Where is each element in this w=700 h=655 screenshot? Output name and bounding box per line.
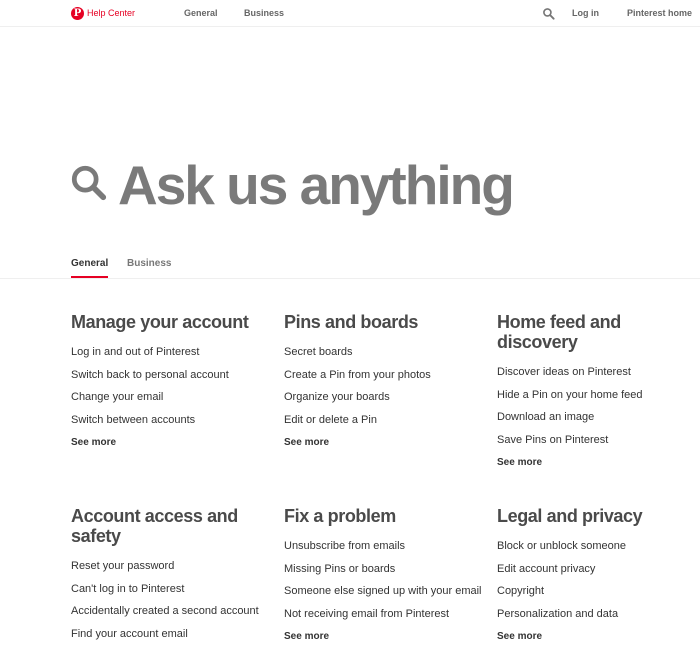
help-link[interactable]: Download an image — [497, 411, 697, 434]
section-pins-boards: Pins and boards Secret boards Create a P… — [284, 312, 484, 449]
help-link[interactable]: Edit account privacy — [497, 563, 697, 586]
help-link[interactable]: Discover ideas on Pinterest — [497, 366, 697, 389]
section-title: Pins and boards — [284, 312, 419, 332]
see-more-link[interactable]: See more — [71, 437, 271, 449]
help-link[interactable]: Accidentally created a second account — [71, 605, 271, 628]
section-account-access: Account access and safety Reset your pas… — [71, 506, 271, 650]
help-link[interactable]: Copyright — [497, 585, 697, 608]
section-title: Legal and privacy — [497, 506, 643, 526]
help-link[interactable]: Switch between accounts — [71, 414, 271, 437]
search-icon — [71, 165, 107, 201]
section-links: Secret boards Create a Pin from your pho… — [284, 346, 484, 436]
section-links: Discover ideas on Pinterest Hide a Pin o… — [497, 366, 697, 456]
help-center-logo-link[interactable]: P Help Center — [71, 6, 135, 20]
pinterest-home-link[interactable]: Pinterest home — [627, 8, 692, 19]
topic-tabs: General Business — [0, 252, 700, 279]
help-link[interactable]: Save Pins on Pinterest — [497, 434, 697, 457]
help-link[interactable]: Unsubscribe from emails — [284, 540, 484, 563]
see-more-link[interactable]: See more — [284, 631, 484, 643]
section-links: Reset your password Can't log in to Pint… — [71, 560, 271, 650]
help-link[interactable]: Change your email — [71, 391, 271, 414]
nav-link-business[interactable]: Business — [244, 8, 284, 19]
tab-business[interactable]: Business — [127, 258, 171, 276]
help-link[interactable]: Personalization and data — [497, 608, 697, 631]
help-link[interactable]: Block or unblock someone — [497, 540, 697, 563]
pinterest-logo-icon: P — [71, 6, 84, 20]
tab-general[interactable]: General — [71, 258, 109, 278]
section-manage-account: Manage your account Log in and out of Pi… — [71, 312, 271, 449]
hero-search-area — [0, 27, 700, 277]
help-link[interactable]: Edit or delete a Pin — [284, 414, 484, 437]
section-title: Home feed and discovery — [497, 312, 621, 352]
help-link[interactable]: Log in and out of Pinterest — [71, 346, 271, 369]
section-links: Block or unblock someone Edit account pr… — [497, 540, 697, 630]
brand-label: Help Center — [87, 8, 136, 18]
help-link[interactable]: Find your account email — [71, 628, 271, 651]
section-title: Manage your account — [71, 312, 249, 332]
help-link[interactable]: Not receiving email from Pinterest — [284, 608, 484, 631]
help-link[interactable]: Someone else signed up with your email — [284, 585, 484, 608]
section-legal-privacy: Legal and privacy Block or unblock someo… — [497, 506, 697, 643]
login-link[interactable]: Log in — [572, 8, 599, 19]
search-icon[interactable] — [542, 7, 555, 20]
see-more-link[interactable]: See more — [497, 631, 697, 643]
help-link[interactable]: Missing Pins or boards — [284, 563, 484, 586]
help-link[interactable]: Organize your boards — [284, 391, 484, 414]
section-title: Account access and safety — [71, 506, 238, 546]
section-home-feed: Home feed and discovery Discover ideas o… — [497, 312, 697, 469]
nav-link-general[interactable]: General — [184, 8, 218, 19]
help-search-input[interactable] — [118, 153, 658, 217]
see-more-link[interactable]: See more — [497, 457, 697, 469]
top-navigation: P Help Center General Business Log in Pi… — [0, 0, 700, 27]
help-link[interactable]: Create a Pin from your photos — [284, 369, 484, 392]
help-link[interactable]: Reset your password — [71, 560, 271, 583]
section-links: Unsubscribe from emails Missing Pins or … — [284, 540, 484, 630]
section-title: Fix a problem — [284, 506, 396, 526]
section-links: Log in and out of Pinterest Switch back … — [71, 346, 271, 436]
section-fix-problem: Fix a problem Unsubscribe from emails Mi… — [284, 506, 484, 643]
see-more-link[interactable]: See more — [284, 437, 484, 449]
help-link[interactable]: Can't log in to Pinterest — [71, 583, 271, 606]
help-link[interactable]: Hide a Pin on your home feed — [497, 389, 697, 412]
help-link[interactable]: Secret boards — [284, 346, 484, 369]
help-link[interactable]: Switch back to personal account — [71, 369, 271, 392]
